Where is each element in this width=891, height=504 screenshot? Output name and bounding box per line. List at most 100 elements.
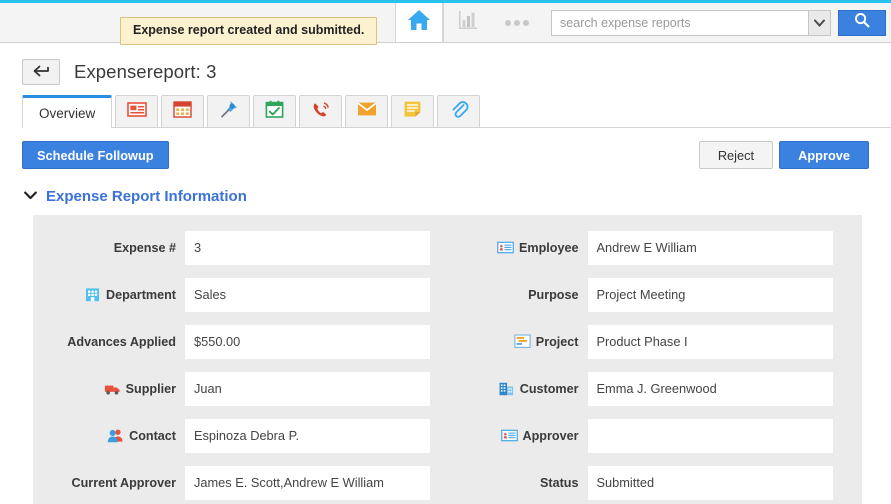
field-label-text: Supplier bbox=[126, 382, 176, 396]
field-label: Customer bbox=[448, 380, 588, 397]
field-expense-number: Expense # 3 bbox=[33, 225, 448, 270]
details-list-icon bbox=[127, 101, 147, 123]
contacts-icon bbox=[107, 427, 124, 444]
back-button[interactable] bbox=[22, 59, 60, 85]
contact-value[interactable]: Espinoza Debra P. bbox=[185, 419, 430, 453]
advances-applied-value[interactable]: $550.00 bbox=[185, 325, 430, 359]
schedule-followup-button[interactable]: Schedule Followup bbox=[22, 141, 169, 169]
field-label: Supplier bbox=[33, 380, 185, 397]
field-label-text: Approver bbox=[523, 429, 579, 443]
id-card-icon bbox=[501, 427, 518, 444]
office-building-icon bbox=[498, 380, 515, 397]
back-arrow-icon bbox=[33, 64, 50, 80]
tab-overview[interactable]: Overview bbox=[22, 95, 112, 128]
tab-bar: Overview bbox=[22, 95, 891, 128]
field-customer: Customer Emma J. Greenwood bbox=[448, 366, 863, 411]
project-value[interactable]: Product Phase I bbox=[588, 325, 833, 359]
reject-button[interactable]: Reject bbox=[699, 141, 773, 169]
field-label: Status bbox=[448, 476, 588, 490]
tab-calendar[interactable] bbox=[161, 95, 204, 127]
field-label: Approver bbox=[448, 427, 588, 444]
app-header: Expense report created and submitted. bbox=[0, 3, 891, 43]
tab-attachments[interactable] bbox=[437, 95, 480, 127]
header-left-region: Expense report created and submitted. bbox=[0, 3, 395, 42]
field-label: Current Approver bbox=[33, 476, 185, 490]
search-icon bbox=[854, 12, 870, 33]
current-approver-value[interactable]: James E. Scott,Andrew E William bbox=[185, 466, 430, 500]
expense-number-value[interactable]: 3 bbox=[185, 231, 430, 265]
field-approver: Approver bbox=[448, 413, 863, 458]
home-button[interactable] bbox=[395, 3, 443, 42]
tab-details[interactable] bbox=[115, 95, 158, 127]
field-current-approver: Current Approver James E. Scott,Andrew E… bbox=[33, 460, 448, 504]
search-region bbox=[551, 3, 886, 42]
search-input[interactable] bbox=[552, 11, 808, 35]
page-title: Expensereport: 3 bbox=[74, 61, 217, 83]
field-label-text: Purpose bbox=[528, 288, 578, 302]
tab-notes[interactable] bbox=[391, 95, 434, 127]
approve-button[interactable]: Approve bbox=[779, 141, 869, 169]
notification-toast: Expense report created and submitted. bbox=[120, 17, 377, 45]
attachment-icon bbox=[449, 99, 469, 124]
field-advances-applied: Advances Applied $550.00 bbox=[33, 319, 448, 364]
reports-button[interactable] bbox=[443, 3, 491, 42]
field-label: Department bbox=[33, 286, 185, 303]
tab-activities[interactable] bbox=[253, 95, 296, 127]
chevron-down-icon bbox=[24, 191, 37, 203]
purpose-value[interactable]: Project Meeting bbox=[588, 278, 833, 312]
action-bar: Schedule Followup Reject Approve bbox=[0, 128, 891, 172]
field-label: Purpose bbox=[448, 288, 588, 302]
form-column-right: Employee Andrew E William Purpose Projec… bbox=[448, 225, 863, 504]
search-button[interactable] bbox=[838, 10, 886, 36]
tab-overview-label: Overview bbox=[39, 106, 95, 121]
field-label: Advances Applied bbox=[33, 335, 185, 349]
supplier-value[interactable]: Juan bbox=[185, 372, 430, 406]
id-card-icon bbox=[497, 239, 514, 256]
field-label: Contact bbox=[33, 427, 185, 444]
field-label: Employee bbox=[448, 239, 588, 256]
home-icon bbox=[407, 9, 431, 36]
bar-chart-icon bbox=[458, 10, 478, 35]
calendar-icon bbox=[173, 100, 192, 123]
tab-emails[interactable] bbox=[345, 95, 388, 127]
tab-pinned[interactable] bbox=[207, 95, 250, 127]
field-employee: Employee Andrew E William bbox=[448, 225, 863, 270]
more-options-button[interactable] bbox=[491, 3, 543, 42]
field-label-text: Employee bbox=[519, 241, 579, 255]
note-icon bbox=[403, 100, 422, 123]
section-title: Expense Report Information bbox=[46, 188, 247, 205]
status-value[interactable]: Submitted bbox=[588, 466, 833, 500]
chevron-down-icon bbox=[814, 14, 825, 32]
pin-icon bbox=[219, 99, 239, 124]
approver-value[interactable] bbox=[588, 419, 833, 453]
title-bar: Expensereport: 3 bbox=[0, 43, 891, 87]
email-icon bbox=[357, 101, 377, 122]
field-label-text: Advances Applied bbox=[67, 335, 176, 349]
approval-buttons: Reject Approve bbox=[699, 141, 869, 169]
tab-calls[interactable] bbox=[299, 95, 342, 127]
truck-icon bbox=[104, 380, 121, 397]
field-label: Project bbox=[448, 333, 588, 350]
form-column-left: Expense # 3 Department S bbox=[33, 225, 448, 504]
employee-value[interactable]: Andrew E William bbox=[588, 231, 833, 265]
field-label-text: Status bbox=[540, 476, 579, 490]
field-status: Status Submitted bbox=[448, 460, 863, 504]
search-box[interactable] bbox=[551, 10, 831, 36]
field-label-text: Contact bbox=[129, 429, 176, 443]
department-value[interactable]: Sales bbox=[185, 278, 430, 312]
field-supplier: Supplier Juan bbox=[33, 366, 448, 411]
search-scope-dropdown[interactable] bbox=[808, 11, 830, 35]
customer-value[interactable]: Emma J. Greenwood bbox=[588, 372, 833, 406]
building-icon bbox=[84, 286, 101, 303]
field-label-text: Project bbox=[536, 335, 579, 349]
field-label: Expense # bbox=[33, 241, 185, 255]
field-contact: Contact Espinoza Debra P. bbox=[33, 413, 448, 458]
field-label-text: Expense # bbox=[114, 241, 176, 255]
field-label-text: Customer bbox=[520, 382, 579, 396]
field-label-text: Department bbox=[106, 288, 176, 302]
calendar-check-icon bbox=[265, 100, 284, 123]
section-header[interactable]: Expense Report Information bbox=[24, 188, 891, 205]
field-purpose: Purpose Project Meeting bbox=[448, 272, 863, 317]
field-department: Department Sales bbox=[33, 272, 448, 317]
gantt-chart-icon bbox=[514, 333, 531, 350]
